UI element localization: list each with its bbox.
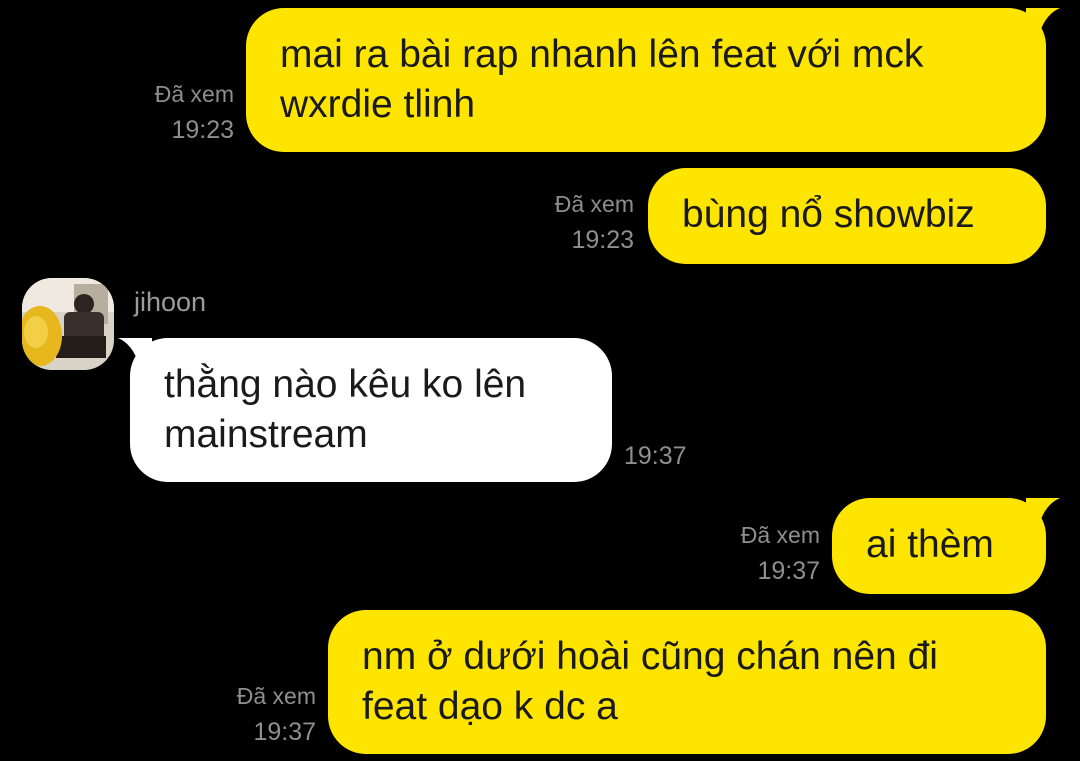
message-text-line: mainstream bbox=[164, 413, 368, 456]
message-time: 19:23 bbox=[571, 226, 634, 254]
message-meta: Đã xem 19:37 bbox=[237, 678, 316, 750]
message-text-line: thằng nào kêu ko lên bbox=[164, 363, 527, 406]
message-meta: Đã xem 19:23 bbox=[555, 186, 634, 258]
avatar-photo-icon bbox=[22, 278, 114, 370]
seen-status: Đã xem bbox=[236, 683, 316, 709]
message-bubble-sent[interactable]: bùng nổ showbiz bbox=[648, 168, 1046, 264]
seen-status: Đã xem bbox=[554, 191, 634, 217]
seen-status: Đã xem bbox=[154, 81, 234, 107]
message-bubble-sent[interactable]: ai thèm bbox=[832, 498, 1046, 594]
message-meta: Đã xem 19:23 bbox=[155, 76, 234, 148]
contact-name: jihoon bbox=[134, 287, 207, 317]
message-time: 19:37 bbox=[624, 442, 687, 470]
message-text-line: bùng nổ showbiz bbox=[682, 193, 975, 236]
message-text-line: ai thèm bbox=[866, 523, 994, 566]
contact-avatar[interactable] bbox=[22, 278, 114, 370]
message-time: 19:23 bbox=[171, 116, 234, 144]
message-meta: Đã xem 19:37 bbox=[741, 517, 820, 589]
bubble-tail-icon bbox=[1026, 498, 1060, 522]
message-bubble-sent[interactable]: mai ra bài rap nhanh lên feat với mck wx… bbox=[246, 8, 1046, 152]
seen-status: Đã xem bbox=[740, 522, 820, 548]
message-bubble-received[interactable]: thằng nào kêu ko lên mainstream bbox=[130, 338, 612, 482]
message-text-line: wxrdie tlinh bbox=[280, 83, 476, 126]
message-meta: 19:37 bbox=[624, 438, 687, 474]
message-text-line: feat dạo k dc a bbox=[362, 685, 618, 728]
message-text-line: nm ở dưới hoài cũng chán nên đi bbox=[362, 635, 938, 678]
message-bubble-sent[interactable]: nm ở dưới hoài cũng chán nên đi feat dạo… bbox=[328, 610, 1046, 754]
message-time: 19:37 bbox=[253, 718, 316, 746]
message-text-line: mai ra bài rap nhanh lên feat với mck bbox=[280, 33, 924, 76]
message-time: 19:37 bbox=[757, 557, 820, 585]
bubble-tail-icon bbox=[1026, 8, 1060, 32]
